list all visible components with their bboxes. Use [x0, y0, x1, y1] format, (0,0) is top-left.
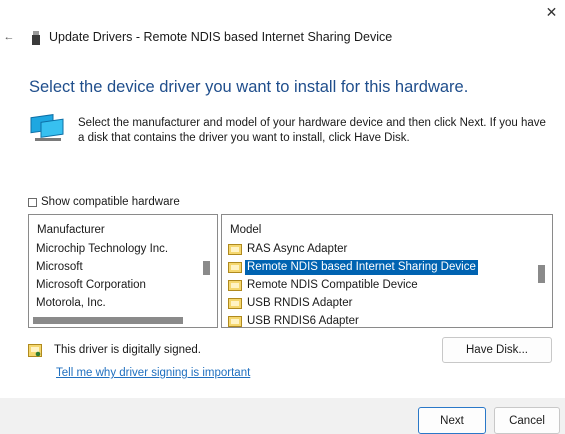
list-item-selected[interactable]: Microsoft [29, 258, 217, 276]
model-header: Model [230, 224, 262, 236]
model-label: USB RNDIS6 Adapter [247, 314, 359, 327]
signed-status-text: This driver is digitally signed. [54, 344, 202, 356]
model-label: Remote NDIS based Internet Sharing Devic… [245, 259, 478, 275]
list-item[interactable]: RAS Async Adapter [222, 240, 552, 258]
driver-icon [228, 243, 242, 255]
selected-item-label: Microsoft [36, 261, 83, 273]
list-item[interactable]: USB RNDIS6 Adapter [222, 312, 552, 327]
next-button[interactable]: Next [418, 407, 486, 434]
have-disk-button[interactable]: Have Disk... [442, 337, 552, 363]
model-vscroll-thumb[interactable] [538, 265, 545, 283]
checkbox-box[interactable] [28, 197, 37, 207]
show-compatible-checkbox[interactable]: Show compatible hardware [28, 196, 180, 208]
manufacturer-list[interactable]: Manufacturer Microchip Technology Inc. M… [28, 214, 218, 328]
close-button[interactable]: ✕ [538, 0, 565, 24]
list-item-selected[interactable]: Remote NDIS based Internet Sharing Devic… [222, 258, 552, 276]
driver-icon [228, 315, 242, 327]
model-list[interactable]: Model RAS Async Adapter Remote NDIS base… [221, 214, 553, 328]
signed-driver-icon [28, 344, 42, 357]
driver-icon [228, 279, 242, 291]
cancel-button[interactable]: Cancel [494, 407, 560, 434]
model-label: USB RNDIS Adapter [247, 296, 353, 309]
back-arrow-icon: ← [3, 31, 15, 43]
model-label: RAS Async Adapter [247, 242, 348, 255]
instructions-text: Select the manufacturer and model of you… [78, 117, 546, 144]
list-item[interactable]: USB RNDIS Adapter [222, 294, 552, 312]
close-icon: ✕ [545, 3, 558, 20]
usb-device-icon [32, 31, 40, 45]
manufacturer-header: Manufacturer [37, 224, 105, 236]
back-button[interactable]: ← [2, 29, 16, 45]
driver-icon [228, 261, 242, 273]
page-heading: Select the device driver you want to ins… [29, 78, 469, 96]
manufacturer-hscroll-thumb[interactable] [33, 317, 183, 324]
list-item[interactable]: Microchip Technology Inc. [29, 240, 217, 258]
list-item[interactable]: Remote NDIS Compatible Device [222, 276, 552, 294]
list-item[interactable]: Microsoft Corporation [29, 276, 217, 294]
checkbox-label: Show compatible hardware [41, 196, 180, 208]
driver-icon [228, 297, 242, 309]
window-title: Update Drivers - Remote NDIS based Inter… [49, 30, 393, 44]
model-label: Remote NDIS Compatible Device [247, 278, 418, 291]
driver-signing-link[interactable]: Tell me why driver signing is important [56, 367, 250, 379]
list-item[interactable]: Motorola, Inc. [29, 294, 217, 312]
manufacturer-vscroll-thumb[interactable] [203, 261, 210, 275]
hardware-network-icon [30, 114, 64, 141]
